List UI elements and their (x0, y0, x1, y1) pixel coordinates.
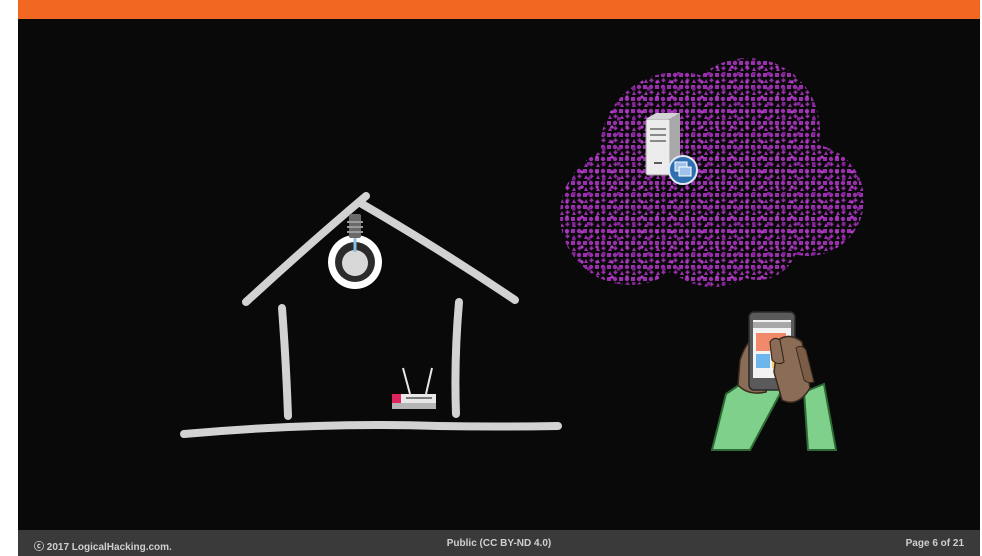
license-text: Public (CC BY-ND 4.0) (446, 538, 552, 549)
router-icon (392, 367, 436, 409)
iot-illustration (180, 58, 864, 451)
presentation-slide: ⓒ 2017 LogicalHacking.com. Public (CC BY… (18, 0, 980, 556)
smartphone-icon (710, 311, 838, 451)
house-icon (180, 192, 562, 438)
page-number: Page 6 of 21 (905, 538, 964, 549)
slide-footer: ⓒ 2017 LogicalHacking.com. Public (CC BY… (18, 530, 980, 556)
cloud-icon (560, 58, 864, 287)
